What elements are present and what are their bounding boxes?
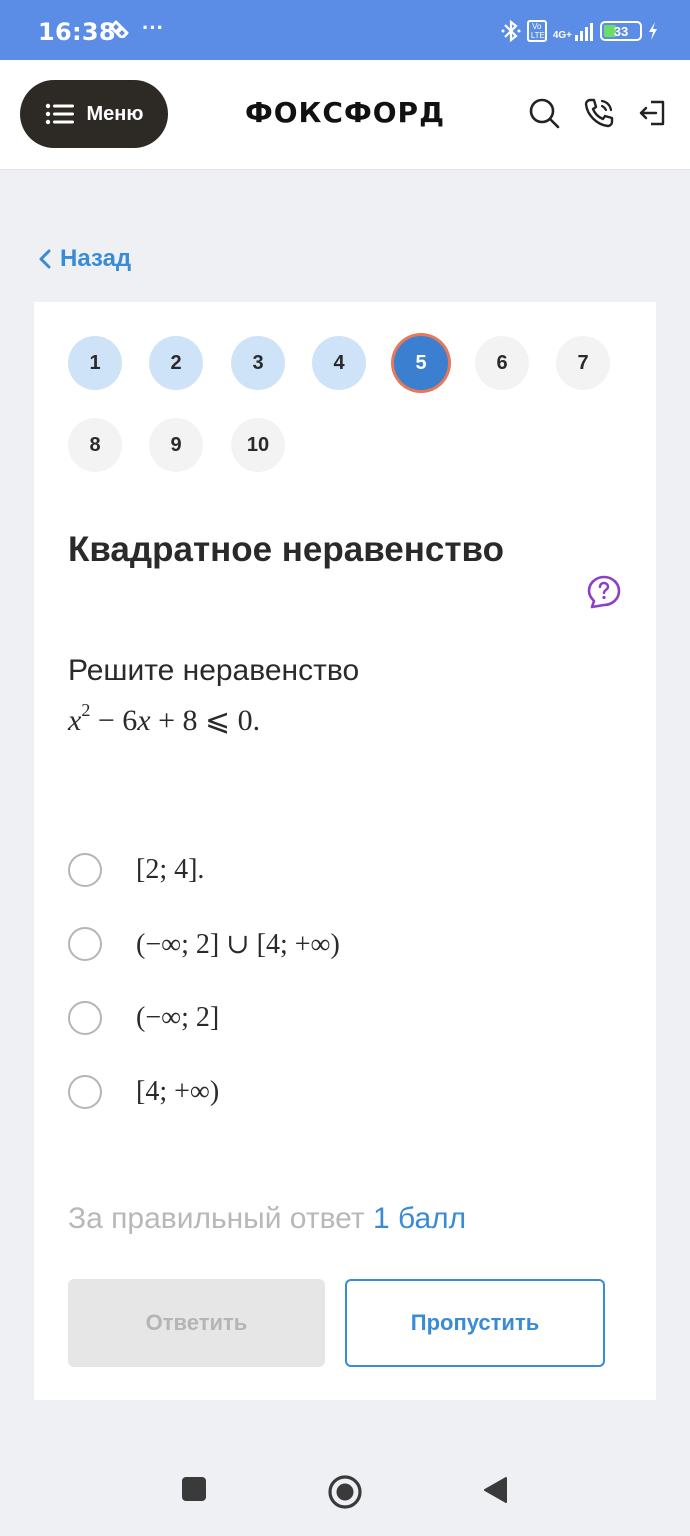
- points-info: За правильный ответ 1 балл: [68, 1202, 466, 1236]
- status-bar: 16:38 ··· Vo LTE 4G+ 33: [0, 0, 690, 60]
- answer-option-1[interactable]: [2; 4].: [68, 850, 608, 890]
- radio-button[interactable]: [68, 853, 102, 887]
- step-10[interactable]: 10: [231, 418, 285, 472]
- step-3[interactable]: 3: [231, 336, 285, 390]
- volte-badge: Vo LTE: [526, 20, 547, 42]
- menu-icon: [45, 103, 74, 125]
- points-value: 1 балл: [372, 1202, 467, 1235]
- search-icon: [529, 98, 560, 129]
- logout-icon: [639, 100, 665, 126]
- system-nav-bar: [0, 1440, 690, 1536]
- search-button[interactable]: [527, 96, 561, 130]
- step-9[interactable]: 9: [149, 418, 203, 472]
- submit-button[interactable]: Ответить: [68, 1279, 325, 1367]
- radio-button[interactable]: [68, 1001, 102, 1035]
- help-icon: [587, 575, 621, 609]
- square-icon: [182, 1477, 206, 1501]
- formula-exponent: 2: [81, 700, 91, 720]
- help-button[interactable]: [586, 574, 622, 610]
- network-indicator: 4G+: [553, 21, 594, 41]
- heartbeat-icon: [109, 20, 129, 38]
- phone-button[interactable]: [582, 96, 616, 130]
- battery-level: 33: [613, 23, 629, 39]
- back-nav-button[interactable]: [482, 1476, 508, 1504]
- bluetooth-icon: [501, 19, 521, 43]
- app-header: Меню ФОКСФОРД: [0, 60, 690, 170]
- network-label: 4G+: [552, 30, 572, 41]
- task-card: 1 2 3 4 5 6 7 8 9 10 Квадратное неравенс…: [34, 302, 656, 1400]
- back-label: Назад: [60, 245, 132, 272]
- step-2[interactable]: 2: [149, 336, 203, 390]
- home-circle-icon: [328, 1475, 362, 1509]
- home-button[interactable]: [327, 1474, 363, 1510]
- formula-tail: + 8 ⩽ 0.: [150, 704, 261, 737]
- answer-option-label: (−∞; 2]: [136, 1002, 220, 1033]
- formula-var-2: x: [137, 704, 151, 737]
- step-7[interactable]: 7: [556, 336, 610, 390]
- step-4[interactable]: 4: [312, 336, 366, 390]
- step-8[interactable]: 8: [68, 418, 122, 472]
- back-link[interactable]: Назад: [38, 245, 131, 273]
- question-title: Квадратное неравенство: [68, 530, 504, 569]
- radio-button[interactable]: [68, 1075, 102, 1109]
- formula-var: x: [68, 704, 82, 737]
- menu-button[interactable]: Меню: [20, 80, 168, 148]
- status-left-icons: ···: [108, 15, 164, 40]
- triangle-back-icon: [484, 1477, 507, 1503]
- answer-option-label: (−∞; 2] ∪ [4; +∞): [136, 929, 340, 960]
- answer-option-3[interactable]: (−∞; 2]: [68, 998, 608, 1038]
- chevron-left-icon: [39, 249, 51, 269]
- signal-icon: [575, 23, 593, 41]
- points-prefix: За правильный ответ: [68, 1202, 365, 1235]
- status-time: 16:38: [38, 18, 116, 46]
- answer-option-label: [4; +∞): [136, 1076, 220, 1107]
- answer-option-label: [2; 4].: [136, 854, 205, 885]
- status-dots: ···: [142, 15, 164, 40]
- formula-middle: − 6: [90, 704, 138, 737]
- battery-icon: 33: [600, 21, 642, 41]
- logout-button[interactable]: [636, 96, 670, 130]
- charging-icon: [649, 22, 657, 40]
- answer-option-4[interactable]: [4; +∞): [68, 1072, 608, 1112]
- answer-option-2[interactable]: (−∞; 2] ∪ [4; +∞): [68, 924, 608, 964]
- phone-icon: [584, 98, 614, 128]
- skip-button[interactable]: Пропустить: [345, 1279, 605, 1367]
- recents-button[interactable]: [181, 1476, 207, 1502]
- question-formula: x2 − 6x + 8 ⩽ 0.: [68, 700, 260, 738]
- menu-label: Меню: [86, 102, 144, 125]
- step-5[interactable]: 5: [394, 336, 448, 390]
- question-text: Решите неравенство: [68, 654, 360, 687]
- step-6[interactable]: 6: [475, 336, 529, 390]
- radio-button[interactable]: [68, 927, 102, 961]
- step-1[interactable]: 1: [68, 336, 122, 390]
- status-right-icons: Vo LTE 4G+ 33: [501, 19, 658, 43]
